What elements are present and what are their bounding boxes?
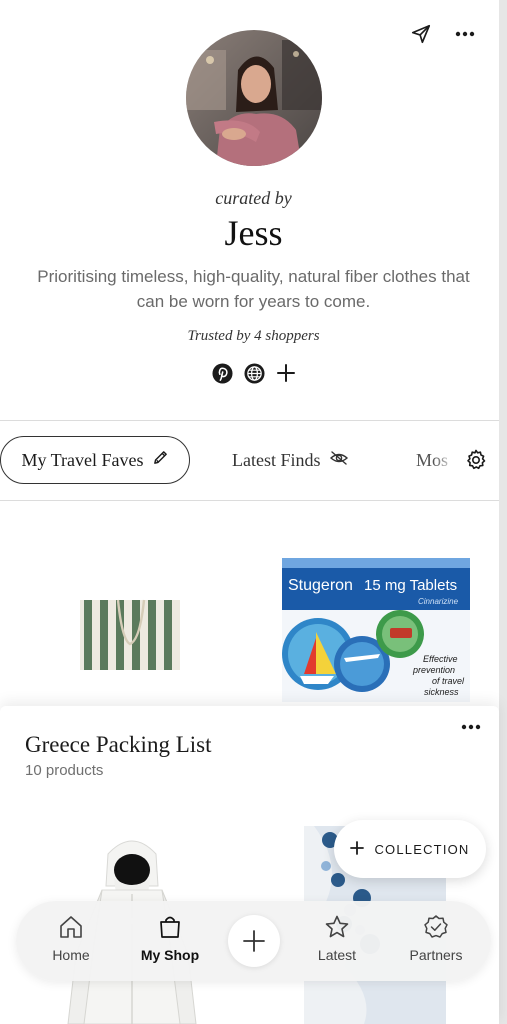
divider bbox=[0, 420, 499, 421]
home-icon bbox=[57, 913, 85, 941]
nav-latest-label: Latest bbox=[317, 947, 357, 963]
box-title-text: 15 mg Tablets bbox=[364, 577, 457, 594]
divider bbox=[0, 500, 499, 501]
scrollbar[interactable] bbox=[499, 0, 507, 1024]
curator-bio: Prioritising timeless, high-quality, nat… bbox=[37, 267, 470, 311]
svg-text:Effective: Effective bbox=[423, 654, 458, 664]
product-stugeron-image[interactable]: Stugeron 15 mg Tablets Cinnarizine Effec… bbox=[282, 558, 470, 702]
plus-icon bbox=[350, 840, 365, 858]
more-options-icon[interactable] bbox=[453, 22, 477, 46]
shopping-bag-icon bbox=[156, 913, 184, 941]
globe-icon[interactable] bbox=[243, 362, 265, 384]
verified-badge-icon bbox=[422, 913, 450, 941]
tab-label: My Travel Faves bbox=[21, 449, 144, 470]
add-link-icon[interactable] bbox=[275, 362, 297, 384]
nav-partners[interactable]: Partners bbox=[396, 913, 476, 971]
social-links bbox=[211, 362, 297, 384]
tab-latest-finds[interactable]: Latest Finds bbox=[232, 436, 349, 484]
share-send-icon[interactable] bbox=[409, 22, 433, 46]
collection-more-icon[interactable] bbox=[458, 718, 484, 736]
bottom-nav: Home My Shop Latest Partners bbox=[16, 901, 491, 981]
nav-my-shop[interactable]: My Shop bbox=[130, 913, 210, 971]
nav-partners-label: Partners bbox=[409, 947, 463, 963]
top-actions bbox=[409, 22, 477, 46]
tab-label: Latest Finds bbox=[232, 449, 321, 470]
collection-tabs: My Travel Faves Latest Finds Mos bbox=[0, 436, 499, 484]
star-icon bbox=[323, 913, 351, 941]
pencil-icon[interactable] bbox=[152, 449, 169, 471]
box-ingredient-text: Cinnarizine bbox=[418, 597, 459, 606]
pinterest-icon[interactable] bbox=[211, 362, 233, 384]
nav-my-shop-label: My Shop bbox=[140, 947, 200, 963]
eye-hidden-icon bbox=[329, 450, 349, 471]
nav-latest[interactable]: Latest bbox=[297, 913, 377, 971]
box-brand-text: Stugeron bbox=[288, 577, 353, 594]
avatar[interactable] bbox=[186, 30, 322, 166]
tab-my-travel-faves[interactable]: My Travel Faves bbox=[0, 436, 190, 484]
product-tote-bag-image[interactable] bbox=[78, 594, 182, 672]
svg-text:sickness: sickness bbox=[424, 687, 459, 697]
add-collection-label: COLLECTION bbox=[374, 841, 470, 857]
collection-count: 10 products bbox=[25, 762, 104, 779]
gear-icon[interactable] bbox=[464, 448, 488, 472]
collection-title: Greece Packing List bbox=[25, 732, 212, 757]
svg-text:prevention: prevention bbox=[412, 665, 455, 675]
nav-home-label: Home bbox=[52, 947, 90, 963]
curator-name: Jess bbox=[224, 213, 283, 253]
trusted-by-text: Trusted by 4 shoppers bbox=[187, 328, 320, 344]
nav-add-button[interactable] bbox=[228, 915, 280, 967]
curated-by-label: curated by bbox=[215, 188, 292, 208]
tab-partial[interactable]: Mos bbox=[416, 436, 456, 484]
svg-text:of travel: of travel bbox=[432, 676, 465, 686]
add-collection-button[interactable]: COLLECTION bbox=[334, 820, 486, 878]
nav-home[interactable]: Home bbox=[31, 913, 111, 971]
